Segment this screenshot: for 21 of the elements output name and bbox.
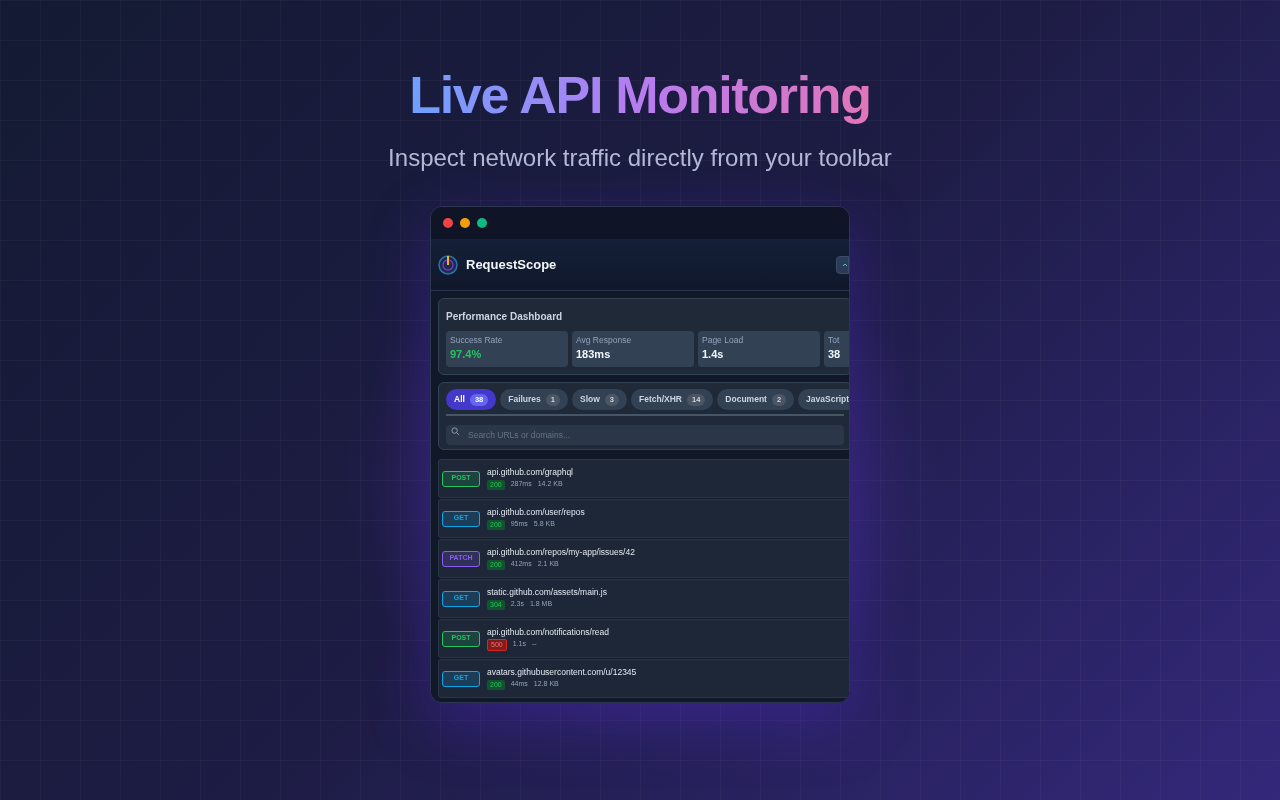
request-url: api.github.com/graphql xyxy=(487,467,573,479)
hero-subtitle: Inspect network traffic directly from your toolbar xyxy=(388,143,892,173)
filter-tab[interactable]: JavaScript xyxy=(798,389,849,410)
stat-value: 183ms xyxy=(576,347,612,362)
app-name: RequestScope xyxy=(466,255,557,274)
stat-label: Tot xyxy=(828,335,841,346)
stat-value: 97.4% xyxy=(450,347,483,362)
request-url: api.github.com/user/repos xyxy=(487,507,585,519)
stat-value: 1.4s xyxy=(702,347,725,362)
request-url: api.github.com/repos/my-app/issues/42 xyxy=(487,547,635,559)
dashboard-title: Performance Dashboard xyxy=(446,310,564,324)
request-url: api.github.com/notifications/read xyxy=(487,626,609,638)
request-url: avatars.githubusercontent.com/u/12345 xyxy=(487,667,637,679)
radar-logo-icon xyxy=(438,254,458,275)
request-url: static.github.com/assets/main.js xyxy=(487,587,607,599)
stat-label: Avg Response xyxy=(576,335,633,346)
stat-label: Page Load xyxy=(702,335,745,346)
stat-label: Success Rate xyxy=(450,335,504,346)
chevron-up-icon xyxy=(842,261,848,268)
search-icon xyxy=(451,426,460,436)
stat-value: 38 xyxy=(828,347,842,362)
